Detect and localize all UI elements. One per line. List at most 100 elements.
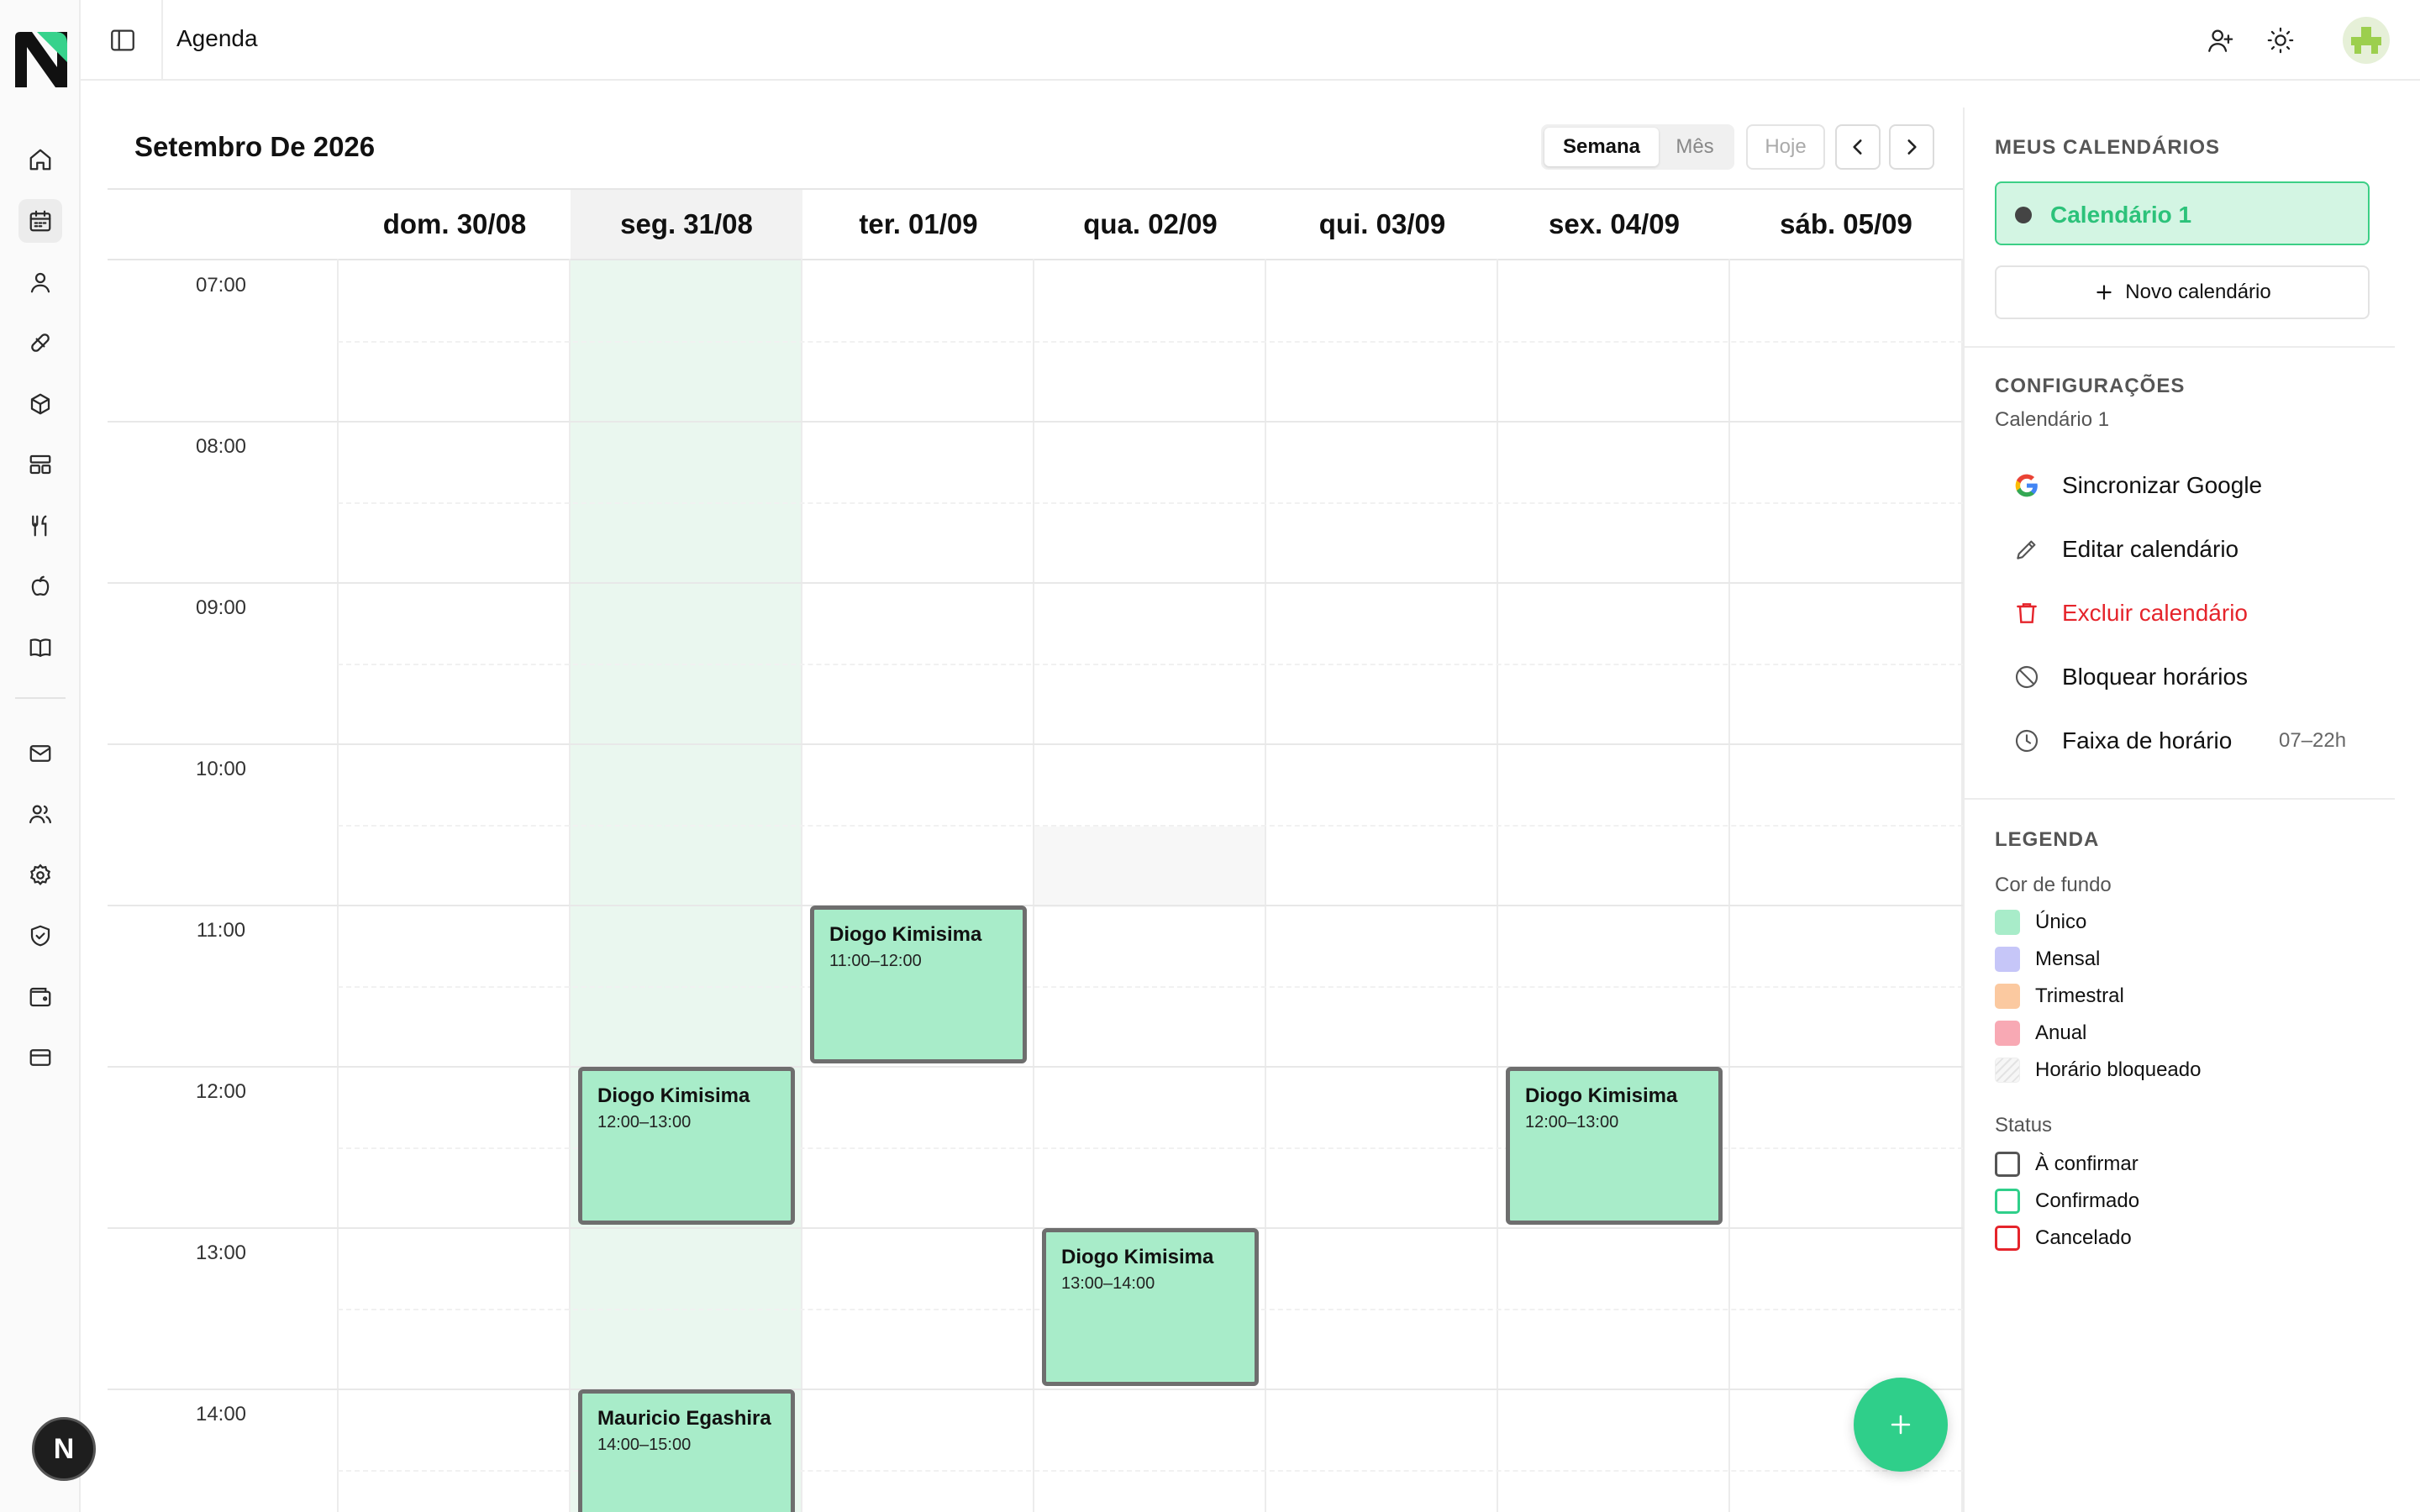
user-icon[interactable] [18, 260, 62, 304]
half-hour-line [338, 341, 1963, 343]
add-user-icon[interactable] [2203, 24, 2237, 57]
calendar-icon[interactable] [18, 199, 62, 243]
status-title: Status [1995, 1114, 2053, 1137]
legend-label: Único [2035, 911, 2087, 933]
legend-swatch [1995, 984, 2020, 1009]
column-divider [1033, 259, 1034, 1512]
appointment-event[interactable]: Diogo Kimisima 11:00–12:00 [810, 906, 1027, 1063]
panel-divider [1965, 798, 2395, 800]
prev-week-button[interactable] [1835, 124, 1881, 170]
next-week-button[interactable] [1889, 124, 1934, 170]
day-header[interactable]: sáb. 05/09 [1730, 208, 1962, 240]
column-divider [1728, 259, 1730, 1512]
layout-icon[interactable] [18, 443, 62, 486]
column-divider [1497, 259, 1498, 1512]
legend-item: Anual [1995, 1020, 2086, 1047]
time-label: 13:00 [195, 1242, 247, 1264]
appointment-event[interactable]: Diogo Kimisima 12:00–13:00 [1506, 1067, 1723, 1225]
calendar-side-panel: MEUS CALENDÁRIOS Calendário 1 Novo calen… [1963, 108, 2420, 1512]
book-icon[interactable] [18, 626, 62, 669]
pill-icon[interactable] [18, 321, 62, 365]
half-hour-line [338, 664, 1963, 665]
utensils-icon[interactable] [18, 504, 62, 548]
package-icon[interactable] [18, 382, 62, 426]
status-swatch [1995, 1189, 2020, 1214]
time-label: 11:00 [196, 919, 246, 942]
day-header[interactable]: ter. 01/09 [802, 208, 1034, 240]
legend-label: Trimestral [2035, 984, 2124, 1007]
time-label: 08:00 [195, 435, 247, 458]
legend-label: Anual [2035, 1021, 2087, 1044]
status-label: Cancelado [2035, 1226, 2132, 1249]
half-hour-line [338, 825, 1963, 827]
credit-card-icon[interactable] [18, 1036, 62, 1079]
user-avatar[interactable] [2343, 17, 2390, 64]
legend-title: LEGENDA [1995, 828, 2100, 851]
app-logo-icon[interactable] [12, 30, 69, 89]
add-appointment-button[interactable] [1854, 1378, 1948, 1472]
delete-calendar-option[interactable]: Excluir calendário [2012, 596, 2248, 630]
time-label: 10:00 [195, 758, 247, 780]
half-hour-line [338, 986, 1963, 988]
time-range-label: Faixa de horário [2062, 727, 2233, 753]
view-switcher: Semana Mês [1541, 124, 1734, 170]
calendar-dot-icon [2015, 207, 2032, 223]
hour-line [108, 743, 1963, 745]
apple-icon[interactable] [18, 564, 62, 608]
appointment-event[interactable]: Diogo Kimisima 12:00–13:00 [578, 1067, 795, 1225]
week-view-tab[interactable]: Semana [1544, 128, 1659, 166]
hour-line [108, 582, 1963, 584]
day-header[interactable]: seg. 31/08 [571, 208, 802, 240]
calendar-item-label: Calendário 1 [2050, 202, 2192, 228]
chevron-left-icon [1853, 139, 1862, 155]
time-label: 09:00 [195, 596, 247, 619]
block-times-option[interactable]: Bloquear horários [2012, 660, 2248, 694]
hour-line [108, 1389, 1963, 1390]
edit-calendar-option[interactable]: Editar calendário [2012, 533, 2238, 566]
mail-icon[interactable] [18, 732, 62, 775]
time-range-option[interactable]: Faixa de horário 07–22h [2012, 724, 2346, 758]
event-name: Mauricio Egashira [597, 1407, 771, 1430]
blocked-time-slot[interactable] [1034, 827, 1265, 907]
gear-icon[interactable] [18, 853, 62, 897]
time-label: 12:00 [195, 1080, 247, 1103]
status-item: Confirmado [1995, 1188, 2139, 1215]
appointment-event[interactable]: Mauricio Egashira 14:00–15:00 [578, 1389, 795, 1512]
panel-divider [1965, 346, 2395, 348]
theme-sun-icon[interactable] [2264, 24, 2297, 57]
wallet-icon[interactable] [18, 975, 62, 1019]
month-title: Setembro De 2026 [134, 131, 376, 162]
day-header[interactable]: dom. 30/08 [339, 208, 571, 240]
block-times-label: Bloquear horários [2062, 664, 2249, 690]
ban-icon [2012, 662, 2042, 692]
column-divider [569, 259, 571, 1512]
month-view-tab[interactable]: Mês [1659, 128, 1731, 166]
time-label: 07:00 [195, 274, 247, 297]
time-range-value: 07–22h [2279, 729, 2347, 752]
home-icon[interactable] [18, 138, 62, 181]
page-title: Agenda [176, 25, 258, 51]
edit-calendar-label: Editar calendário [2062, 536, 2239, 562]
event-time: 12:00–13:00 [1525, 1113, 1619, 1131]
settings-calendar-name: Calendário 1 [1995, 408, 2110, 431]
day-header[interactable]: sex. 04/09 [1498, 208, 1730, 240]
clock-icon [2012, 726, 2042, 756]
shield-check-icon[interactable] [18, 914, 62, 958]
status-item: À confirmar [1995, 1151, 2139, 1178]
status-item: Cancelado [1995, 1225, 2132, 1252]
pencil-icon [2012, 534, 2042, 564]
day-header[interactable]: qui. 03/09 [1266, 208, 1498, 240]
sync-google-option[interactable]: Sincronizar Google [2012, 469, 2262, 502]
today-button[interactable]: Hoje [1746, 124, 1825, 170]
users-icon[interactable] [18, 792, 62, 836]
column-divider [337, 259, 339, 1512]
new-calendar-button[interactable]: Novo calendário [1995, 265, 2370, 319]
appointment-event[interactable]: Diogo Kimisima 13:00–14:00 [1042, 1228, 1259, 1386]
today-column [571, 190, 802, 1512]
workspace-avatar[interactable]: N [32, 1417, 96, 1481]
half-hour-line [338, 502, 1963, 504]
sidebar-toggle-icon[interactable] [106, 24, 139, 57]
day-header[interactable]: qua. 02/09 [1034, 208, 1266, 240]
calendar-item[interactable]: Calendário 1 [1995, 181, 2370, 245]
legend-label: Horário bloqueado [2035, 1058, 2202, 1081]
